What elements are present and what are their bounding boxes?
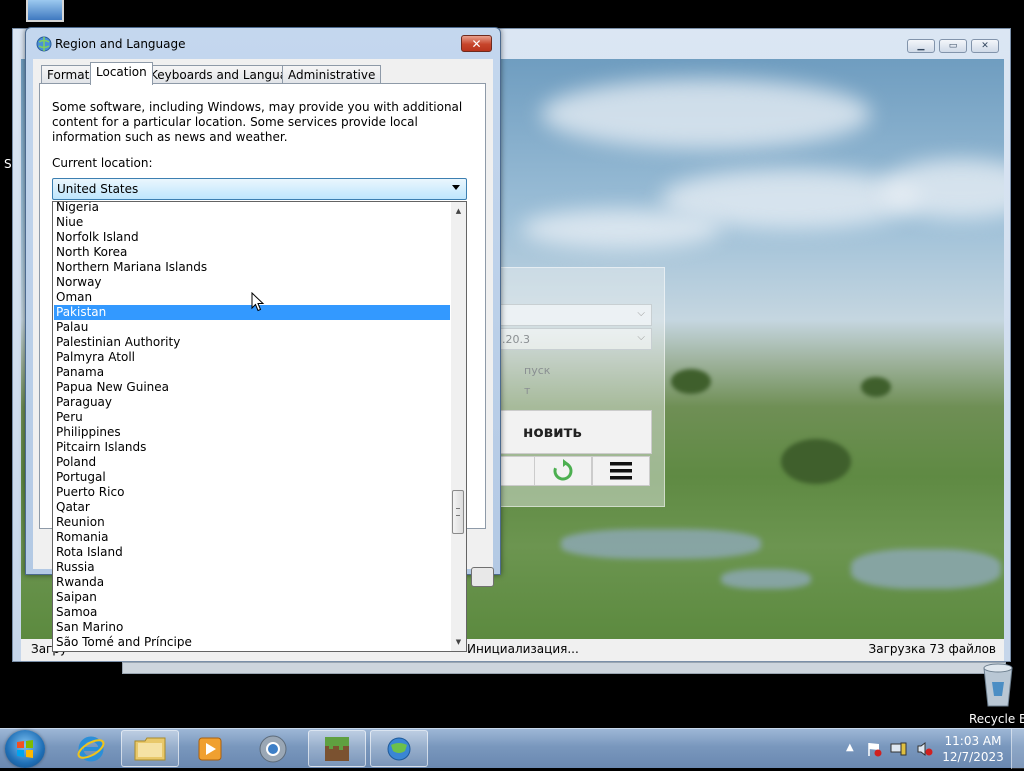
launcher-control-panel: ⌵ 1.20.3 ⌵ пуск т новить: [487, 267, 665, 507]
globe-icon: [387, 737, 411, 760]
dropdown-item[interactable]: North Korea: [54, 245, 450, 260]
dropdown-item[interactable]: Niue: [54, 215, 450, 230]
refresh-button[interactable]: [534, 456, 592, 486]
dropdown-item[interactable]: Paraguay: [54, 395, 450, 410]
launcher-option-label: т: [524, 384, 531, 397]
dropdown-item[interactable]: Peru: [54, 410, 450, 425]
dropdown-item[interactable]: Norfolk Island: [54, 230, 450, 245]
version-select[interactable]: 1.20.3 ⌵: [488, 328, 652, 350]
dropdown-item[interactable]: Northern Mariana Islands: [54, 260, 450, 275]
dropdown-item[interactable]: Puerto Rico: [54, 485, 450, 500]
taskbar-minecraft-launcher[interactable]: [308, 730, 366, 767]
dropdown-item[interactable]: Poland: [54, 455, 450, 470]
chrome-icon: [259, 735, 287, 762]
update-play-button[interactable]: новить: [488, 410, 652, 454]
network-icon[interactable]: [890, 741, 908, 757]
minimize-button[interactable]: ▁: [907, 39, 935, 53]
dropdown-item[interactable]: Nigeria: [54, 202, 450, 215]
dropdown-item[interactable]: Qatar: [54, 500, 450, 515]
media-player-icon: [198, 737, 222, 760]
dropdown-arrow-icon: [452, 185, 460, 190]
volume-muted-icon[interactable]: [916, 741, 934, 757]
windows-logo-icon: [17, 740, 33, 758]
location-description: Some software, including Windows, may pr…: [52, 100, 463, 144]
taskbar-file-explorer[interactable]: [121, 730, 179, 767]
dropdown-item[interactable]: Rota Island: [54, 545, 450, 560]
autostart-label: пуск: [524, 364, 551, 377]
clock-date: 12/7/2023: [942, 750, 1004, 764]
dropdown-item[interactable]: San Marino: [54, 620, 450, 635]
dropdown-item[interactable]: Palmyra Atoll: [54, 350, 450, 365]
tab-location[interactable]: Location: [90, 62, 153, 85]
internet-explorer-icon: [77, 736, 105, 761]
dropdown-item[interactable]: Philippines: [54, 425, 450, 440]
current-location-label: Current location:: [52, 156, 153, 170]
profile-select[interactable]: ⌵: [488, 304, 652, 326]
location-dropdown-list[interactable]: Nigeria Niue Norfolk Island North Korea Nort…: [52, 201, 467, 652]
dropdown-scrollbar[interactable]: ▲ ▼: [451, 202, 466, 651]
globe-clock-icon: [36, 36, 52, 52]
mouse-cursor-icon: [251, 292, 265, 312]
maximize-button[interactable]: ▭: [939, 39, 967, 53]
window-shadow-strip: [122, 662, 1006, 674]
dropdown-item[interactable]: Panama: [54, 365, 450, 380]
status-middle-text: Инициализация...: [467, 642, 579, 656]
minecraft-grass-block-icon: [325, 736, 349, 761]
dropdown-item[interactable]: São Tomé and Príncipe: [54, 635, 450, 650]
dropdown-item[interactable]: Pitcairn Islands: [54, 440, 450, 455]
show-desktop-button[interactable]: [1011, 729, 1024, 769]
dropdown-item[interactable]: Saipan: [54, 590, 450, 605]
dropdown-item[interactable]: Samoa: [54, 605, 450, 620]
start-button[interactable]: [5, 730, 45, 768]
show-hidden-icons-icon[interactable]: ▲: [846, 742, 854, 753]
status-right-text: Загрузка 73 файлов: [868, 642, 996, 656]
taskbar-chrome[interactable]: [244, 730, 302, 767]
dropdown-item[interactable]: Palestinian Authority: [54, 335, 450, 350]
dialog-title: Region and Language: [55, 37, 186, 51]
taskbar-region-language[interactable]: [370, 730, 428, 767]
dialog-button-partial[interactable]: [471, 567, 494, 587]
dropdown-item[interactable]: Papua New Guinea: [54, 380, 450, 395]
taskbar-clock[interactable]: 11:03 AM 12/7/2023: [940, 733, 1006, 765]
tab-administrative[interactable]: Administrative: [282, 65, 382, 83]
scroll-up-arrow-icon[interactable]: ▲: [451, 204, 466, 218]
computer-desktop-icon[interactable]: [26, 0, 64, 22]
taskbar: ▲ 11:03 AM 12/7/2023: [0, 728, 1024, 769]
dropdown-item[interactable]: Russia: [54, 560, 450, 575]
hamburger-menu-icon: [610, 462, 632, 480]
dropdown-item[interactable]: Rwanda: [54, 575, 450, 590]
refresh-icon: [553, 459, 573, 481]
taskbar-media-player[interactable]: [181, 730, 239, 767]
action-center-flag-icon[interactable]: [866, 741, 882, 757]
dropdown-item[interactable]: Reunion: [54, 515, 450, 530]
recycle-bin-icon[interactable]: [978, 662, 1018, 708]
taskbar-internet-explorer[interactable]: [62, 730, 120, 767]
current-location-combobox[interactable]: United States: [52, 178, 467, 200]
dropdown-item[interactable]: Norway: [54, 275, 450, 290]
launcher-close-button[interactable]: ✕: [971, 39, 999, 53]
dialog-close-button[interactable]: ✕: [461, 35, 492, 52]
dropdown-item[interactable]: Palau: [54, 320, 450, 335]
recycle-bin-label: Recycle Bin: [969, 712, 1024, 726]
desktop-partial-label: S: [4, 157, 12, 171]
scrollbar-thumb[interactable]: [452, 490, 464, 534]
folder-icon: [134, 737, 166, 760]
dropdown-item[interactable]: Portugal: [54, 470, 450, 485]
clock-time: 11:03 AM: [944, 734, 1002, 748]
scroll-down-arrow-icon[interactable]: ▼: [451, 635, 466, 649]
dropdown-item[interactable]: Romania: [54, 530, 450, 545]
current-location-value: United States: [57, 182, 139, 196]
menu-button[interactable]: [592, 456, 650, 486]
